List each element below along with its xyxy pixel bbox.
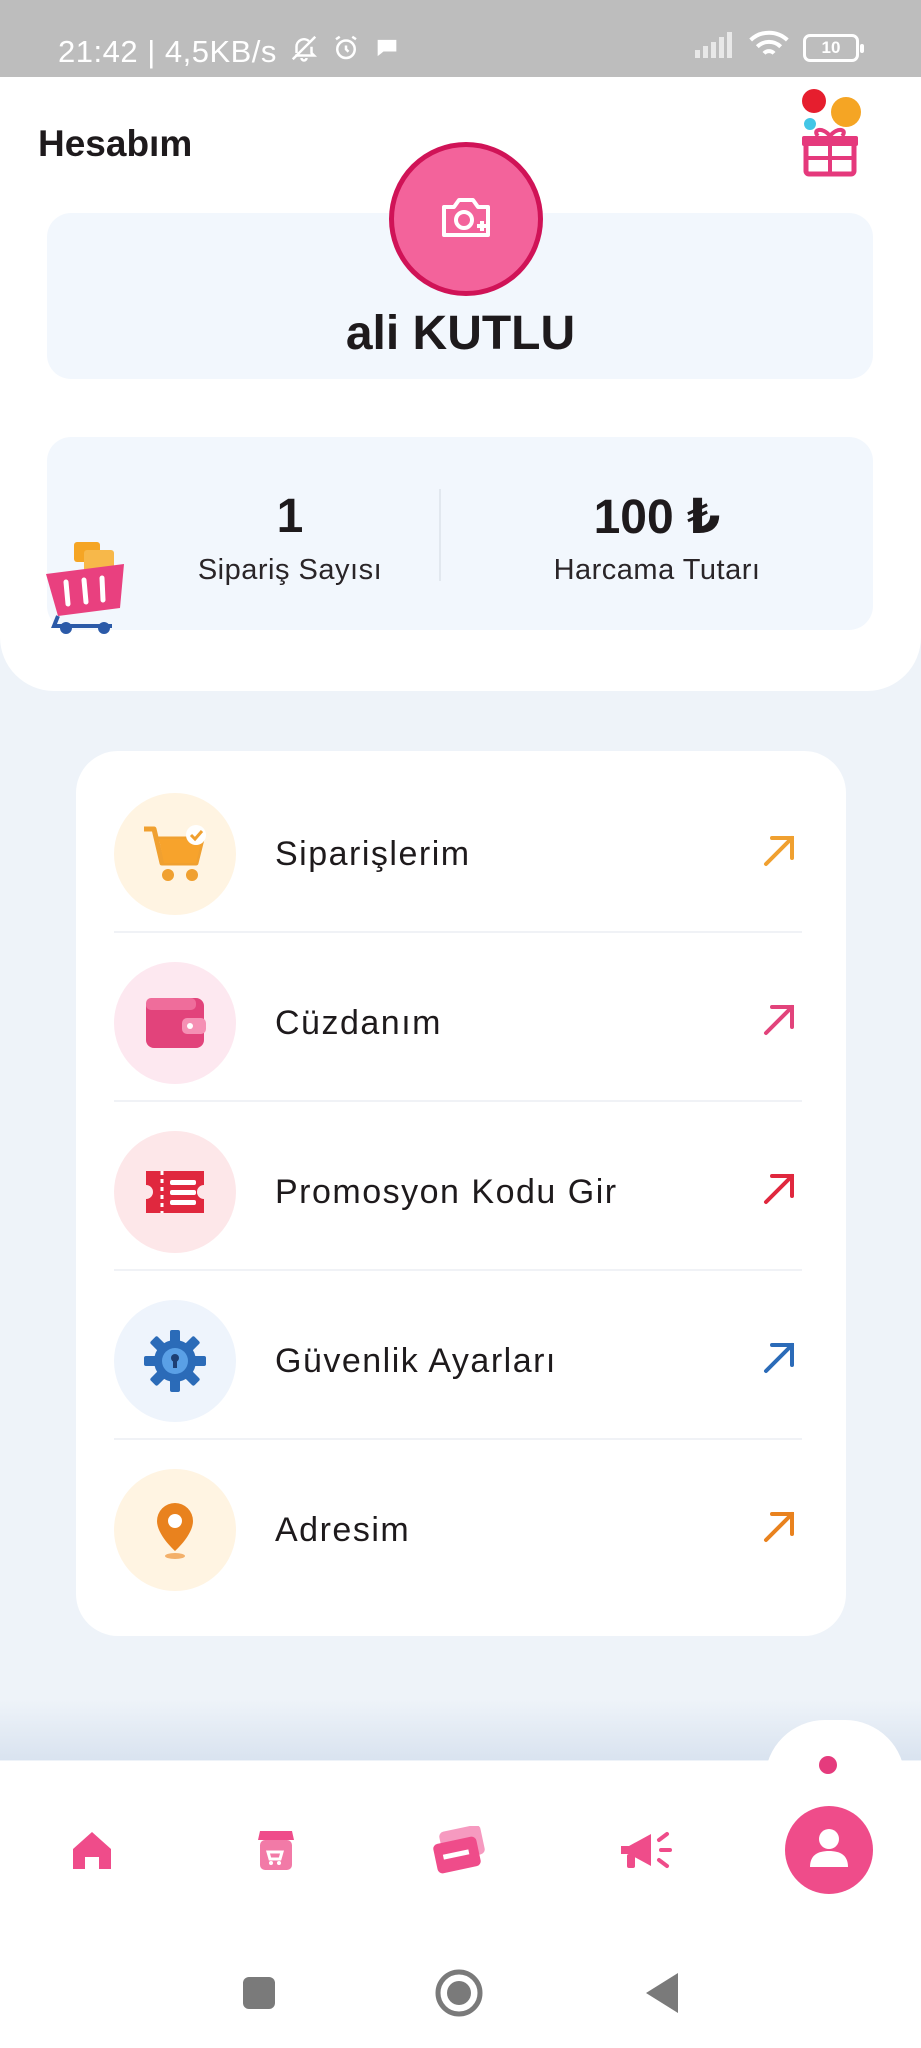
active-indicator-dot [819, 1756, 837, 1774]
menu-item-security-settings[interactable]: Güvenlik Ayarları [76, 1258, 846, 1440]
shopping-cart-illustration-icon [44, 540, 134, 636]
megaphone-icon[interactable] [615, 1820, 675, 1880]
stats-panel: 1 Sipariş Sayısı 100 ₺ Harcama Tutarı [47, 437, 873, 630]
battery-icon: 10 [803, 33, 864, 62]
arrow-up-right-icon [762, 1172, 796, 1206]
recent-apps-icon[interactable] [234, 1968, 284, 2018]
cards-icon[interactable] [429, 1820, 489, 1880]
arrow-up-right-icon [762, 834, 796, 868]
alarm-icon [331, 33, 361, 71]
menu-item-label: Güvenlik Ayarları [275, 1342, 557, 1380]
order-count-stat[interactable]: 1 Sipariş Sayısı [130, 437, 450, 630]
upload-photo-button[interactable] [389, 142, 543, 296]
account-menu: Siparişlerim Cüzdanım Promosyon Kodu Gir… [76, 751, 846, 1636]
arrow-up-right-icon [762, 1341, 796, 1375]
menu-item-orders[interactable]: Siparişlerim [76, 751, 846, 933]
status-bar: 21:42 | 4,5KB/s 10 [0, 0, 921, 77]
order-count-value: 1 [276, 490, 304, 543]
home-icon[interactable] [62, 1820, 122, 1880]
stats-divider [439, 489, 441, 581]
page-title: Hesabım [38, 123, 193, 164]
signal-icon [695, 32, 735, 63]
menu-item-promo-code[interactable]: Promosyon Kodu Gir [76, 1089, 846, 1271]
spend-total-label: Harcama Tutarı [553, 554, 761, 586]
menu-item-label: Cüzdanım [275, 1004, 442, 1042]
camera-add-icon [440, 195, 492, 244]
menu-item-label: Siparişlerim [275, 835, 471, 873]
chat-bubble-icon [373, 34, 401, 70]
shopping-cart-icon [114, 793, 236, 915]
menu-item-label: Promosyon Kodu Gir [275, 1173, 618, 1211]
arrow-up-right-icon [762, 1003, 796, 1037]
spend-total-stat[interactable]: 100 ₺ Harcama Tutarı [497, 437, 817, 630]
gift-icon[interactable] [798, 86, 868, 178]
order-count-label: Sipariş Sayısı [197, 554, 383, 586]
arrow-up-right-icon [762, 1510, 796, 1544]
profile-icon [806, 1825, 852, 1876]
menu-item-wallet[interactable]: Cüzdanım [76, 920, 846, 1102]
user-name: ali KUTLU [345, 307, 576, 360]
menu-item-address[interactable]: Adresim [76, 1427, 846, 1596]
status-time-speed: 21:42 | 4,5KB/s [58, 34, 277, 69]
profile-nav-button[interactable] [785, 1806, 873, 1894]
back-triangle-icon[interactable] [637, 1968, 687, 2018]
home-circle-icon[interactable] [434, 1968, 484, 2018]
wifi-icon [749, 30, 789, 65]
mute-bell-icon [289, 33, 319, 71]
promo-ticket-icon [114, 1131, 236, 1253]
security-gear-icon [114, 1300, 236, 1422]
menu-item-label: Adresim [275, 1511, 411, 1549]
spend-total-value: 100 ₺ [593, 491, 721, 544]
location-pin-icon [114, 1469, 236, 1591]
store-icon[interactable] [246, 1820, 306, 1880]
wallet-icon [114, 962, 236, 1084]
